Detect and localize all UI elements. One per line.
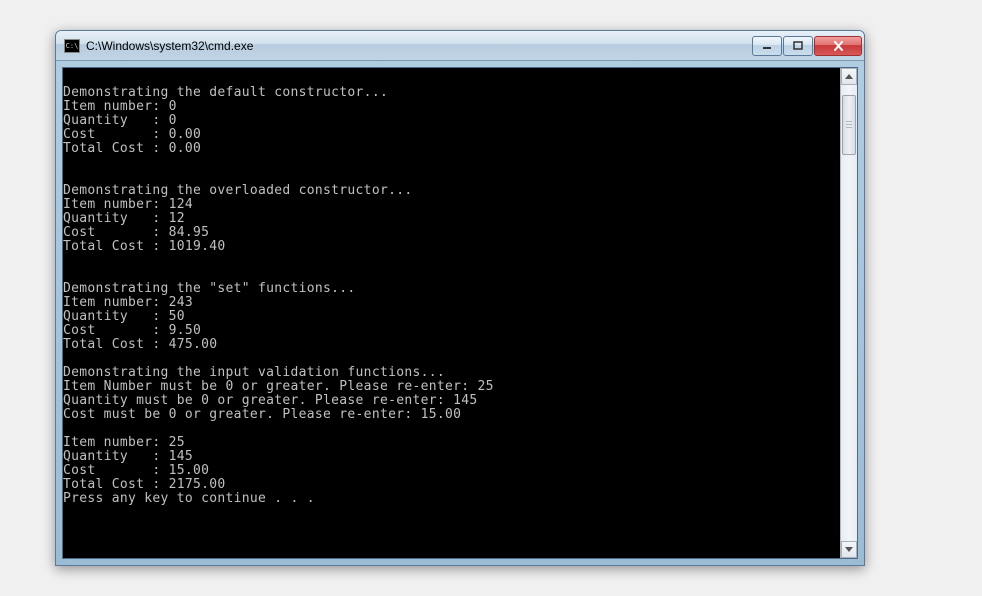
- maximize-button[interactable]: [783, 36, 813, 56]
- chevron-up-icon: [845, 74, 853, 79]
- vertical-scrollbar[interactable]: [840, 68, 857, 558]
- scroll-up-button[interactable]: [841, 68, 857, 85]
- close-icon: [833, 41, 844, 51]
- scroll-down-button[interactable]: [841, 541, 857, 558]
- cmd-window: C:\ C:\Windows\system32\cmd.exe Demonstr…: [55, 30, 865, 566]
- console-output: Demonstrating the default constructor...…: [63, 68, 840, 558]
- scrollbar-track[interactable]: [841, 85, 857, 541]
- client-frame: Demonstrating the default constructor...…: [56, 61, 864, 565]
- close-button[interactable]: [814, 36, 862, 56]
- minimize-icon: [762, 41, 772, 51]
- scrollbar-thumb[interactable]: [842, 95, 856, 155]
- chevron-down-icon: [845, 547, 853, 552]
- cmd-icon: C:\: [64, 39, 80, 53]
- minimize-button[interactable]: [752, 36, 782, 56]
- window-title: C:\Windows\system32\cmd.exe: [86, 40, 751, 52]
- titlebar[interactable]: C:\ C:\Windows\system32\cmd.exe: [56, 31, 864, 61]
- window-controls: [751, 36, 862, 56]
- maximize-icon: [793, 41, 803, 51]
- console-wrap: Demonstrating the default constructor...…: [62, 67, 858, 559]
